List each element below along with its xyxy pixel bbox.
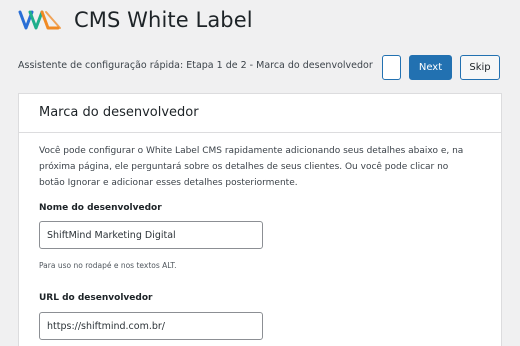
developer-branding-panel: Marca do desenvolvedor Você pode configu…	[18, 93, 502, 346]
panel-description: Você pode configurar o White Label CMS r…	[39, 146, 464, 188]
panel-header: Marca do desenvolvedor	[19, 94, 501, 133]
page-title: CMS White Label	[74, 8, 253, 32]
wizard-actions: Next Skip	[382, 55, 500, 80]
developer-url-input[interactable]	[39, 312, 263, 340]
panel-title: Marca do desenvolvedor	[39, 105, 199, 120]
panel-body: Você pode configurar o White Label CMS r…	[19, 133, 501, 191]
next-button[interactable]: Next	[409, 55, 452, 80]
skip-button[interactable]: Skip	[460, 55, 500, 80]
empty-button[interactable]	[382, 55, 401, 80]
white-label-logo-icon	[18, 10, 61, 30]
developer-name-help: Para uso no rodapé e nos textos ALT.	[39, 261, 177, 270]
wizard-bar: Assistente de configuração rápida: Etapa…	[18, 55, 500, 81]
developer-url-label: URL do desenvolvedor	[39, 293, 153, 303]
page-header: CMS White Label	[18, 6, 253, 34]
developer-name-input[interactable]	[39, 221, 263, 249]
wizard-step-text: Assistente de configuração rápida: Etapa…	[18, 60, 373, 71]
developer-name-label: Nome do desenvolvedor	[39, 203, 162, 213]
